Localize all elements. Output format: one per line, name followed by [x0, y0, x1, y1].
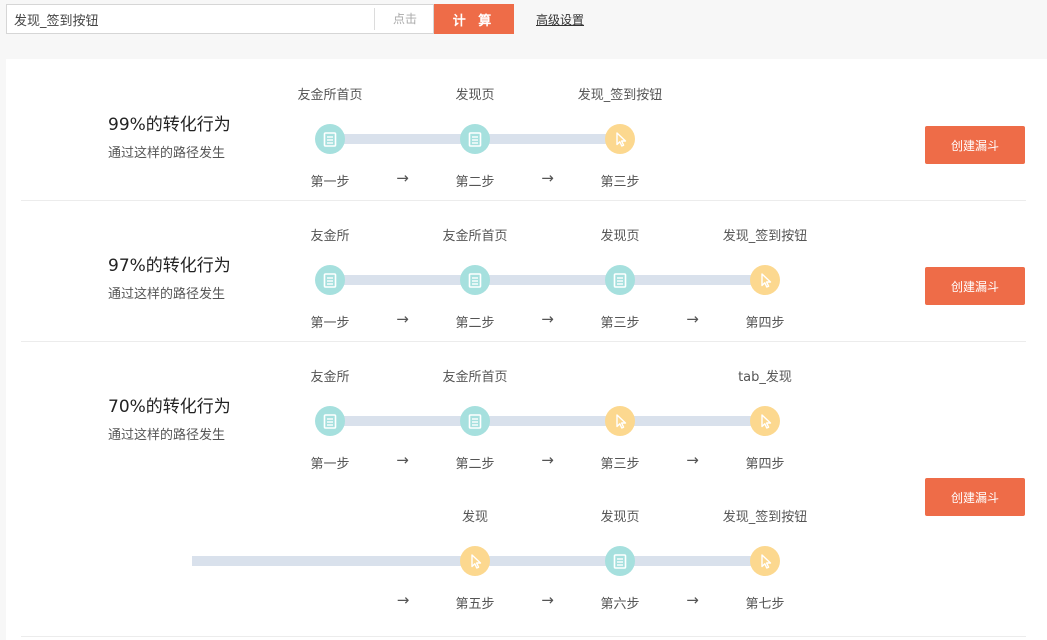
conversion-subtitle: 通过这样的路径发生: [108, 146, 226, 161]
step-label: 第三步: [600, 316, 640, 331]
cursor-icon: [614, 413, 627, 429]
conversion-subtitle: 通过这样的路径发生: [108, 428, 226, 443]
page-node[interactable]: [460, 406, 490, 436]
click-node[interactable]: [605, 124, 635, 154]
step-label: 第二步: [455, 457, 495, 472]
path-track: [330, 416, 765, 426]
step-name: 友金所: [310, 370, 350, 385]
page-node[interactable]: [460, 124, 490, 154]
row-divider: [21, 636, 1026, 637]
create-funnel-button[interactable]: 创建漏斗: [925, 478, 1025, 516]
click-node[interactable]: [460, 546, 490, 576]
step-arrow: →: [686, 451, 699, 469]
row-divider: [21, 341, 1026, 342]
step-label: 第四步: [745, 457, 785, 472]
step-label: 第一步: [310, 175, 350, 190]
step-name: 友金所: [310, 229, 350, 244]
cursor-icon: [759, 272, 772, 288]
calculate-button[interactable]: 计 算: [434, 4, 514, 34]
step-name: 友金所首页: [297, 88, 363, 103]
step-arrow: →: [541, 310, 554, 328]
row-divider: [21, 200, 1026, 201]
search-box: 点击: [6, 4, 434, 34]
page-node[interactable]: [460, 265, 490, 295]
step-name: 发现页: [600, 229, 640, 244]
cursor-icon: [759, 413, 772, 429]
cursor-icon: [469, 553, 482, 569]
step-name: 友金所首页: [442, 229, 508, 244]
paths-panel: 99%的转化行为 通过这样的路径发生 创建漏斗 友金所首页 第一步 → 发现页 第二步 → 发现_…: [6, 59, 1047, 640]
cursor-icon: [614, 131, 627, 147]
step-arrow: →: [686, 310, 699, 328]
step-name: 发现页: [455, 88, 495, 103]
step-label: 第四步: [745, 316, 785, 331]
click-node[interactable]: [750, 406, 780, 436]
step-label: 第一步: [310, 316, 350, 331]
search-input[interactable]: [7, 5, 373, 33]
step-label: 第七步: [745, 597, 785, 612]
step-arrow: →: [541, 169, 554, 187]
create-funnel-button[interactable]: 创建漏斗: [925, 126, 1025, 164]
page-icon: [468, 413, 482, 429]
step-label: 第三步: [600, 175, 640, 190]
step-name: 发现页: [600, 510, 640, 525]
step-name: 发现_签到按钮: [722, 229, 808, 244]
step-name: 发现_签到按钮: [577, 88, 663, 103]
conversion-title: 99%的转化行为: [108, 115, 231, 135]
page-node[interactable]: [315, 124, 345, 154]
step-label: 第三步: [600, 457, 640, 472]
step-label: 第二步: [455, 316, 495, 331]
page-node[interactable]: [315, 406, 345, 436]
step-label: 第二步: [455, 175, 495, 190]
click-node[interactable]: [750, 546, 780, 576]
step-arrow: →: [541, 591, 554, 609]
page-icon: [323, 413, 337, 429]
top-bar: 点击 计 算 高级设置: [0, 0, 1047, 50]
step-arrow: →: [686, 591, 699, 609]
page-icon: [468, 272, 482, 288]
page-icon: [613, 272, 627, 288]
step-arrow: →: [396, 451, 409, 469]
click-node[interactable]: [750, 265, 780, 295]
step-name: tab_发现: [738, 370, 792, 385]
page-icon: [323, 131, 337, 147]
step-label: 第六步: [600, 597, 640, 612]
step-label: 第五步: [455, 597, 495, 612]
advanced-settings-link[interactable]: 高级设置: [536, 11, 584, 28]
step-arrow: →: [396, 591, 410, 609]
page-icon: [468, 131, 482, 147]
page-node[interactable]: [605, 546, 635, 576]
step-name: 友金所首页: [442, 370, 508, 385]
page-node[interactable]: [315, 265, 345, 295]
click-node[interactable]: [605, 406, 635, 436]
click-hint[interactable]: 点击: [375, 5, 435, 33]
conversion-title: 97%的转化行为: [108, 256, 231, 276]
conversion-title: 70%的转化行为: [108, 397, 231, 417]
step-name: 发现: [461, 510, 488, 525]
step-arrow: →: [396, 169, 409, 187]
step-label: 第一步: [310, 457, 350, 472]
step-arrow: →: [541, 451, 554, 469]
step-arrow: →: [396, 310, 409, 328]
page-icon: [323, 272, 337, 288]
page-icon: [613, 553, 627, 569]
path-track: [330, 275, 765, 285]
page-node[interactable]: [605, 265, 635, 295]
step-name: 发现_签到按钮: [722, 510, 808, 525]
conversion-subtitle: 通过这样的路径发生: [108, 287, 226, 302]
create-funnel-button[interactable]: 创建漏斗: [925, 267, 1025, 305]
cursor-icon: [759, 553, 772, 569]
